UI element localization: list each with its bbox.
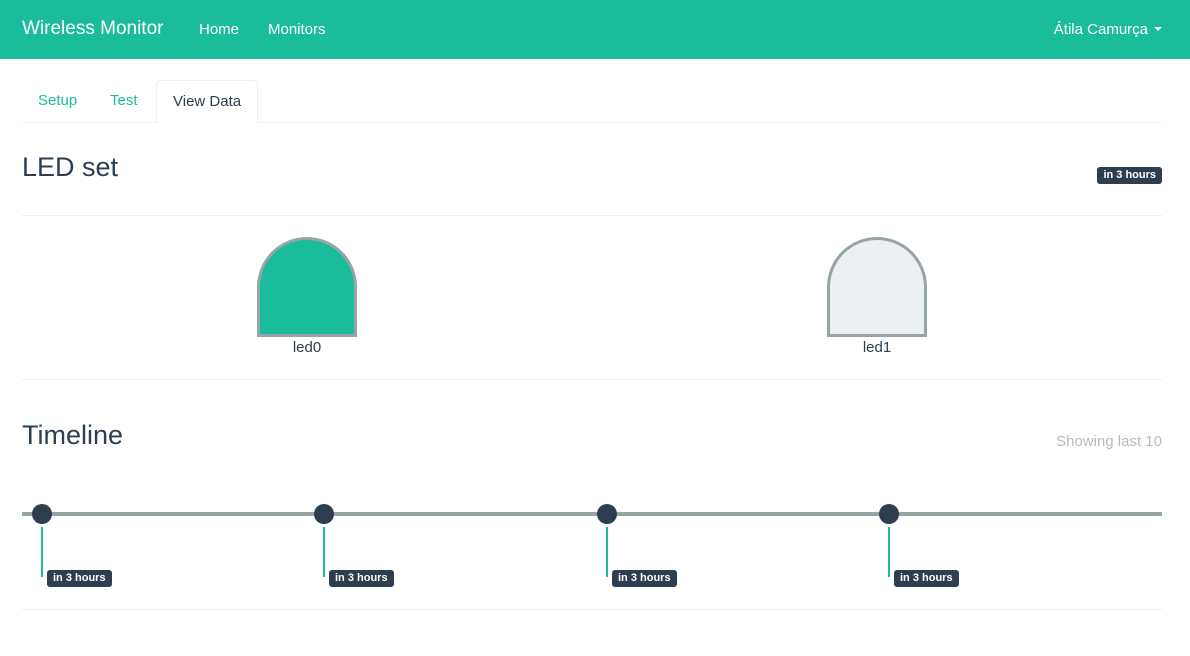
navbar: Wireless Monitor Home Monitors Átila Cam… — [0, 0, 1190, 59]
led-item-led0: led0 — [257, 237, 357, 357]
led-label: led1 — [862, 339, 892, 356]
tab-bar: Setup Test View Data — [22, 80, 1162, 124]
divider — [22, 379, 1162, 380]
timeline-stem — [41, 527, 43, 577]
brand-link[interactable]: Wireless Monitor — [22, 0, 163, 59]
led-label: led0 — [292, 339, 322, 356]
timeline-dot[interactable] — [314, 504, 334, 524]
timeline-dot[interactable] — [32, 504, 52, 524]
tab-setup[interactable]: Setup — [22, 80, 93, 123]
timeline-event: in 3 hours — [314, 504, 404, 594]
user-menu-dropdown[interactable]: Átila Camurça — [1054, 0, 1162, 59]
led-indicator-off — [827, 237, 927, 337]
timeline-time-badge: in 3 hours — [612, 570, 677, 587]
timeline-event: in 3 hours — [879, 504, 969, 594]
timeline-time-badge: in 3 hours — [894, 570, 959, 587]
timeline-dot[interactable] — [879, 504, 899, 524]
tab-view-data[interactable]: View Data — [156, 80, 259, 124]
led-indicator-on — [257, 237, 357, 337]
tab-test[interactable]: Test — [94, 80, 154, 123]
timeline-event: in 3 hours — [32, 504, 122, 594]
timeline-stem — [606, 527, 608, 577]
timeline-track — [22, 512, 1162, 516]
user-name: Átila Camurça — [1053, 21, 1148, 38]
nav-monitors-link[interactable]: Monitors — [268, 0, 326, 59]
timeline-event: in 3 hours — [597, 504, 687, 594]
timeline-dot[interactable] — [597, 504, 617, 524]
led-section-title: LED set — [22, 152, 119, 182]
timeline-time-badge: in 3 hours — [329, 570, 394, 587]
nav-home-link[interactable]: Home — [199, 0, 239, 59]
timeline-time-badge: in 3 hours — [47, 570, 112, 587]
led-time-badge: in 3 hours — [1097, 167, 1162, 184]
divider — [22, 215, 1162, 216]
divider — [22, 609, 1162, 610]
timeline-title: Timeline — [22, 420, 124, 450]
timeline-stem — [323, 527, 325, 577]
caret-down-icon — [1154, 27, 1162, 32]
timeline-info-text: Showing last 10 — [1056, 433, 1162, 450]
timeline-stem — [888, 527, 890, 577]
led-item-led1: led1 — [827, 237, 927, 357]
